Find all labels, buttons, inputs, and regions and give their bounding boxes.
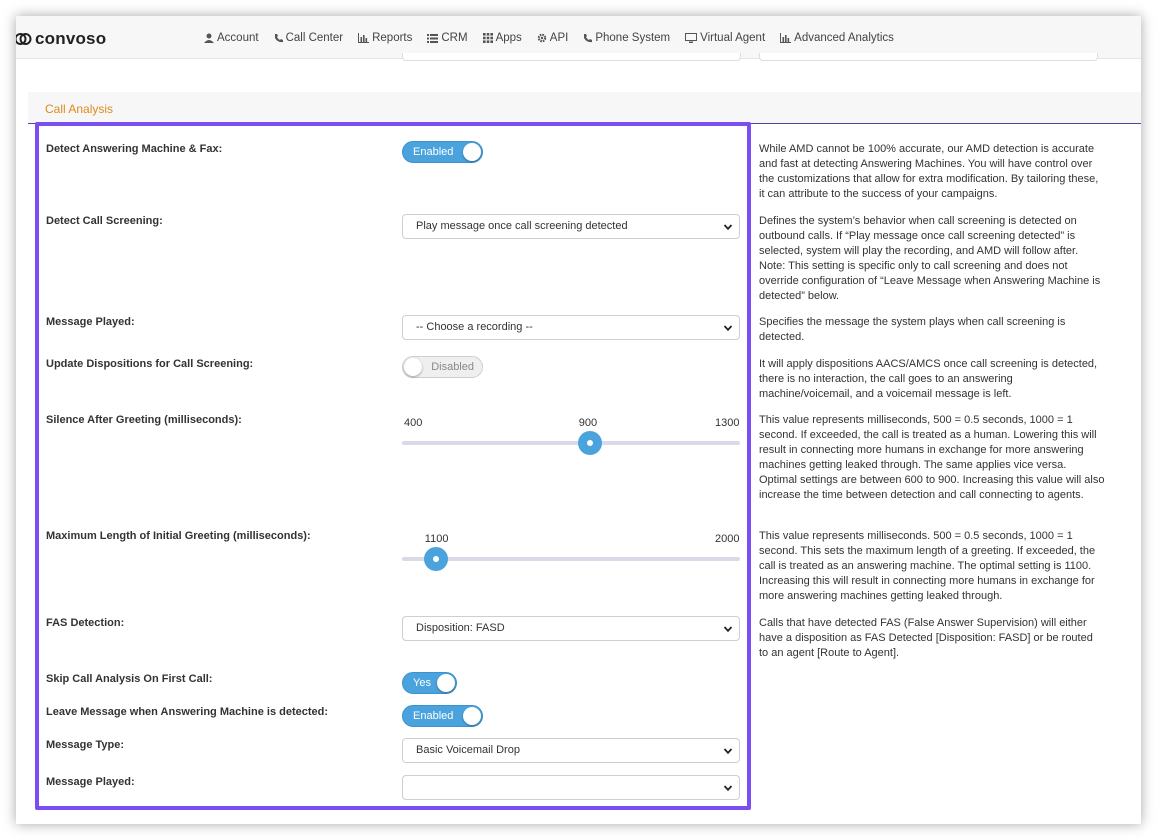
- leave-message-label: Leave Message when Answering Machine is …: [46, 706, 329, 718]
- toggle-knob: [404, 358, 422, 376]
- toggle-knob: [463, 143, 481, 161]
- nav-apps[interactable]: Apps: [482, 31, 522, 44]
- max-greeting-slider-thumb[interactable]: [423, 547, 448, 571]
- nav-label: Virtual Agent: [700, 31, 766, 44]
- detect-amd-label: Detect Answering Machine & Fax:: [46, 143, 223, 155]
- select-value: Basic Voicemail Drop: [416, 744, 520, 756]
- phone-icon: [584, 33, 593, 42]
- select-value: Play message once call screening detecte…: [416, 220, 628, 232]
- nav-api[interactable]: API: [537, 31, 569, 44]
- silence-after-slider-thumb[interactable]: [577, 431, 602, 455]
- nav-label: Apps: [495, 31, 522, 44]
- detect-amd-help: While AMD cannot be 100% accurate, our A…: [759, 143, 1099, 200]
- user-icon: [204, 33, 214, 43]
- nav-label: Reports: [372, 31, 413, 44]
- chevron-down-icon: [723, 748, 733, 755]
- nav-label: Account: [217, 31, 259, 44]
- silence-after-label: Silence After Greeting (milliseconds):: [46, 414, 242, 426]
- call-analysis-section-header: Call Analysis: [28, 92, 1141, 124]
- chevron-down-icon: [723, 626, 733, 633]
- select-value: -- Choose a recording --: [416, 321, 533, 333]
- nav-advanced-analytics[interactable]: Advanced Analytics: [780, 32, 894, 44]
- brand-name: convoso: [35, 29, 107, 48]
- brand-logo[interactable]: convoso: [16, 28, 106, 50]
- silence-value-tick: 900: [578, 417, 598, 429]
- chevron-down-icon: [723, 785, 733, 792]
- section-title: Call Analysis: [45, 102, 114, 116]
- nav-phone-system[interactable]: Phone System: [583, 32, 670, 44]
- leave-message-toggle[interactable]: Enabled: [402, 705, 483, 727]
- message-type-label: Message Type:: [46, 739, 125, 751]
- max-greeting-slider-track[interactable]: [402, 557, 740, 561]
- monitor-icon: [685, 32, 698, 43]
- convoso-logo-icon: [16, 33, 32, 45]
- message-played-label: Message Played:: [46, 316, 135, 328]
- toggle-knob: [463, 707, 481, 725]
- phone-icon: [274, 33, 283, 42]
- message-played-2-select[interactable]: [402, 775, 740, 800]
- silence-after-slider-track[interactable]: [402, 441, 740, 445]
- max-greeting-label: Maximum Length of Initial Greeting (mill…: [46, 530, 311, 542]
- max-greeting-help: This value represents milliseconds. 500 …: [759, 530, 1096, 602]
- nav-label: API: [549, 31, 569, 44]
- nav-label: Call Center: [285, 31, 344, 44]
- detect-screening-label: Detect Call Screening:: [46, 215, 163, 227]
- greeting-max-tick: 2000: [715, 533, 740, 545]
- nav-label: Phone System: [595, 31, 671, 44]
- detect-amd-toggle[interactable]: Enabled: [402, 141, 483, 163]
- grid-icon: [482, 32, 493, 43]
- message-played-help: Specifies the message the system plays w…: [759, 316, 1066, 343]
- update-dispositions-toggle[interactable]: Disabled: [402, 356, 483, 378]
- fas-detection-label: FAS Detection:: [46, 617, 125, 629]
- silence-after-help: This value represents milliseconds, 500 …: [759, 414, 1105, 501]
- chevron-down-icon: [723, 325, 733, 332]
- gear-icon: [537, 33, 547, 42]
- app-window: convoso Account Call Center Reports CRM …: [16, 16, 1141, 824]
- fas-detection-help: Calls that have detected FAS (False Answ…: [759, 617, 1093, 659]
- nav-label: CRM: [441, 31, 468, 44]
- toggle-text: Disabled: [431, 361, 474, 373]
- message-type-select[interactable]: Basic Voicemail Drop: [402, 738, 740, 763]
- nav-account[interactable]: Account: [204, 32, 259, 44]
- bar-chart-icon: [358, 32, 370, 43]
- fas-detection-select[interactable]: Disposition: FASD: [402, 616, 740, 641]
- skip-first-toggle[interactable]: Yes: [402, 672, 457, 694]
- select-value: Disposition: FASD: [416, 622, 505, 634]
- nav-crm[interactable]: CRM: [427, 31, 468, 44]
- previous-field-input-right[interactable]: [759, 53, 1098, 61]
- bar-chart-icon: [780, 32, 792, 43]
- nav-call-center[interactable]: Call Center: [274, 31, 344, 44]
- toggle-text: Enabled: [413, 146, 454, 158]
- silence-min-tick: 400: [404, 417, 423, 429]
- update-dispositions-label: Update Dispositions for Call Screening:: [46, 358, 254, 370]
- greeting-value-tick: 1100: [424, 533, 449, 545]
- list-icon: [427, 33, 439, 43]
- previous-field-input-left[interactable]: [402, 53, 741, 61]
- toggle-knob: [437, 674, 455, 692]
- detect-screening-select[interactable]: Play message once call screening detecte…: [402, 214, 740, 239]
- chevron-down-icon: [723, 224, 733, 231]
- nav-label: Advanced Analytics: [794, 31, 894, 44]
- detect-screening-help: Defines the system’s behavior when call …: [759, 215, 1101, 302]
- nav-virtual-agent[interactable]: Virtual Agent: [685, 32, 765, 44]
- toggle-text: Yes: [413, 677, 431, 689]
- update-dispositions-help: It will apply dispositions AACS/AMCS onc…: [759, 358, 1098, 400]
- message-played-2-label: Message Played:: [46, 776, 135, 788]
- silence-max-tick: 1300: [715, 417, 740, 429]
- nav-reports[interactable]: Reports: [358, 32, 412, 44]
- message-played-select[interactable]: -- Choose a recording --: [402, 315, 740, 340]
- skip-first-label: Skip Call Analysis On First Call:: [46, 673, 213, 685]
- toggle-text: Enabled: [413, 710, 454, 722]
